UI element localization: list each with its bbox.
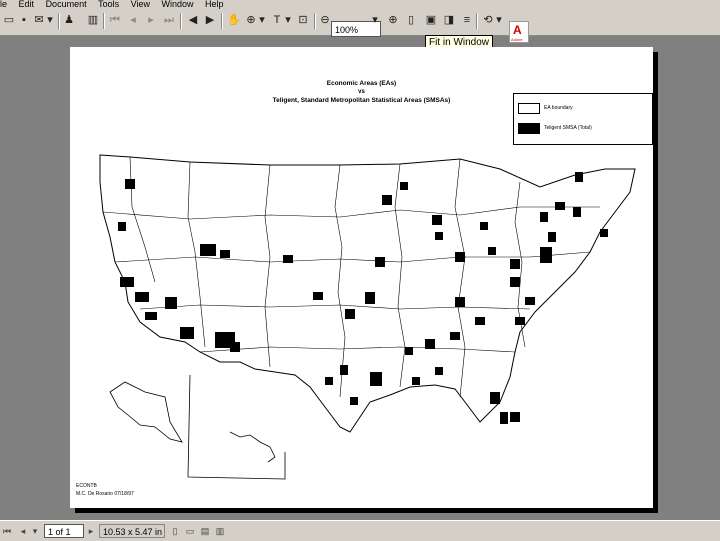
rotate-icon[interactable]: ⟲ (481, 13, 495, 27)
menu-file[interactable]: le (0, 0, 7, 9)
reflow-icon[interactable]: ≡ (460, 13, 474, 27)
bookmark-panel-icon[interactable]: ▥ (86, 13, 100, 27)
menu-edit[interactable]: Edit (19, 0, 35, 9)
map-credit: M.C. De Rosario 07/18/97 (76, 491, 134, 497)
actual-size-icon[interactable]: ▯ (404, 13, 418, 27)
zoom-tool-icon[interactable]: ⊕ (244, 13, 258, 27)
snapshot-icon[interactable]: ⊡ (296, 13, 310, 27)
dropdown-arrow-icon[interactable]: ▾ (30, 526, 40, 536)
toolbar-separator (58, 13, 60, 29)
go-back-icon[interactable]: ◀ (186, 13, 200, 27)
menu-help[interactable]: Help (205, 0, 224, 9)
dropdown-arrow-icon[interactable]: ▾ (495, 13, 503, 27)
hand-tool-icon[interactable]: ✋ (227, 13, 241, 27)
open-icon[interactable]: ▭ (2, 13, 16, 27)
map-credit: ECONTB (76, 483, 97, 489)
next-page-icon[interactable]: ▸ (86, 526, 96, 536)
toolbar-separator (103, 13, 105, 29)
last-page-icon[interactable]: ⏭ (162, 13, 176, 27)
menu-window[interactable]: Window (162, 0, 194, 9)
zoom-in-icon[interactable]: ⊕ (386, 13, 400, 27)
menu-document[interactable]: Document (46, 0, 87, 9)
continuous-page-icon[interactable]: ▤ (200, 526, 210, 536)
status-bar: ⏮ ◂ ▾ 1 of 1 ▸ 10.53 x 5.47 in ▯ ▭ ▤ ▥ (0, 520, 720, 541)
dropdown-arrow-icon[interactable]: ▾ (284, 13, 292, 27)
save-icon[interactable]: ▪ (17, 13, 31, 27)
single-page-icon[interactable]: ▭ (185, 526, 195, 536)
page-size-display: 10.53 x 5.47 in (99, 524, 165, 538)
adobe-logo-icon: A Adobe (509, 21, 529, 43)
zoom-dropdown-icon[interactable]: ▾ (371, 13, 379, 27)
first-page-icon[interactable]: ⏮ (108, 13, 122, 27)
toolbar-separator (221, 13, 223, 29)
dropdown-arrow-icon[interactable]: ▾ (258, 13, 266, 27)
go-forward-icon[interactable]: ▶ (203, 13, 217, 27)
previous-page-icon[interactable]: ◂ (126, 13, 140, 27)
text-select-icon[interactable]: T (270, 13, 284, 27)
previous-page-icon[interactable]: ◂ (18, 526, 28, 536)
toolbar-separator (476, 13, 478, 29)
document-page: Economic Areas (EAs) vs Teligent, Standa… (70, 47, 653, 508)
us-map (99, 154, 636, 480)
toolbar: ▭ ▪ ✉ ▾ ♟ ▥ ⏮ ◂ ▸ ⏭ ◀ ▶ ✋ ⊕ ▾ T ▾ ⊡ ⊖ 10… (0, 9, 720, 43)
toolbar-separator (314, 13, 316, 29)
menu-tools[interactable]: Tools (98, 0, 119, 9)
toolbar-separator (180, 13, 182, 29)
adobe-logo-text: Adobe (511, 37, 523, 42)
zoom-out-icon[interactable]: ⊖ (318, 13, 332, 27)
fit-width-icon[interactable]: ◨ (442, 13, 456, 27)
dropdown-arrow-icon[interactable]: ▾ (46, 13, 54, 27)
menu-bar: le Edit Document Tools View Window Help (0, 0, 720, 9)
email-icon[interactable]: ✉ (32, 13, 46, 27)
scroll-button-icon[interactable]: ▯ (170, 526, 180, 536)
page-number-field[interactable]: 1 of 1 (44, 524, 84, 538)
fit-in-window-icon[interactable]: ▣ (424, 13, 438, 27)
next-page-icon[interactable]: ▸ (144, 13, 158, 27)
search-icon[interactable]: ♟ (62, 13, 76, 27)
first-page-icon[interactable]: ⏮ (2, 526, 12, 536)
facing-pages-icon[interactable]: ▥ (215, 526, 225, 536)
menu-view[interactable]: View (131, 0, 150, 9)
